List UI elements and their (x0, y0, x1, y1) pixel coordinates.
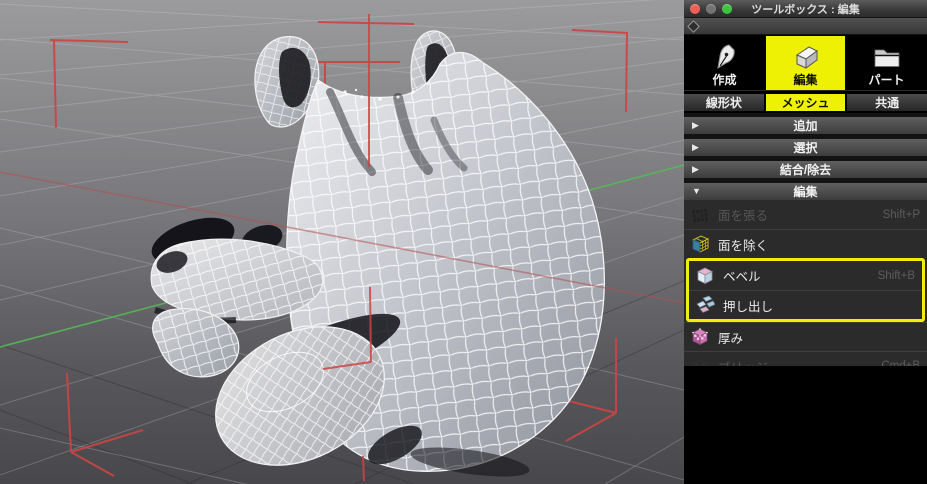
bridge-cube-icon (689, 356, 711, 366)
menu-item-shortcut: Shift+P (883, 209, 920, 221)
pen-nib-icon (710, 41, 740, 73)
menu-item-label: 面を張る (718, 205, 768, 224)
section-select[interactable]: ▶ 選択 (684, 139, 927, 156)
tab-mesh-label: メッシュ (782, 94, 830, 111)
section-headers: ▶ 追加 ▶ 選択 ▶ 結合/除去 ▼ 編集 (684, 113, 927, 200)
diamond-widget-icon[interactable] (687, 20, 700, 33)
window-title: ツールボックス : 編集 (684, 1, 927, 17)
viewport-3d[interactable] (0, 0, 684, 484)
bevel-cube-icon (694, 266, 716, 286)
menu-item-label: ブリッジ (718, 357, 768, 367)
tool-edit[interactable]: 編集 (766, 36, 845, 90)
collapse-arrow-icon: ▶ (692, 139, 699, 156)
menu-item-thickness[interactable]: 厚み (684, 322, 927, 351)
menu-item-remove-face[interactable]: 面を除く (684, 229, 927, 258)
section-edit[interactable]: ▼ 編集 (684, 183, 927, 200)
collapse-arrow-icon: ▶ (692, 161, 699, 178)
section-join-remove[interactable]: ▶ 結合/除去 (684, 161, 927, 178)
menu-item-shortcut: Shift+B (878, 270, 915, 282)
menu-item-label: 面を除く (718, 235, 768, 254)
tab-line-shape-label: 線形状 (706, 94, 742, 111)
tab-mesh[interactable]: メッシュ (766, 94, 846, 111)
menu-item-label: ベベル (723, 266, 761, 285)
section-add[interactable]: ▶ 追加 (684, 117, 927, 134)
menu-item-label: 厚み (718, 328, 743, 347)
edit-menu: 面を張る Shift+P 面を除く (684, 200, 927, 366)
tool-edit-label: 編集 (793, 73, 817, 87)
tool-mode-row: 作成 編集 パート (684, 35, 927, 90)
toolbox-window: ツールボックス : 編集 作成 編集 (684, 0, 927, 366)
tab-common-label: 共通 (875, 94, 899, 111)
menu-item-label: 押し出し (723, 296, 773, 315)
tool-part-label: パート (868, 73, 904, 87)
category-tabs: 線形状 メッシュ 共通 (684, 90, 927, 113)
menu-item-shortcut: Cmd+B (881, 360, 920, 366)
menu-item-fill-face: 面を張る Shift+P (684, 200, 927, 229)
expand-arrow-icon: ▼ (692, 183, 701, 200)
section-add-label: 追加 (684, 117, 927, 134)
tool-part[interactable]: パート (847, 36, 926, 90)
section-edit-label: 編集 (684, 183, 927, 200)
tool-create[interactable]: 作成 (685, 36, 764, 90)
menu-item-bevel[interactable]: ベベル Shift+B (689, 261, 922, 290)
thickness-cube-icon (689, 327, 711, 347)
eraser-icon (790, 41, 822, 73)
collapse-arrow-icon: ▶ (692, 117, 699, 134)
grid-face-icon (689, 205, 711, 225)
viewport-canvas (0, 0, 684, 484)
menu-item-bridge: ブリッジ Cmd+B (684, 351, 927, 366)
tool-create-label: 作成 (712, 73, 736, 87)
menu-item-extrude[interactable]: 押し出し (689, 290, 922, 319)
window-titlebar[interactable]: ツールボックス : 編集 (684, 0, 927, 18)
section-select-label: 選択 (684, 139, 927, 156)
extrude-faces-icon (694, 295, 716, 315)
window-substrip (684, 18, 927, 35)
section-join-remove-label: 結合/除去 (684, 161, 927, 178)
folder-icon (871, 41, 903, 73)
tab-line-shape[interactable]: 線形状 (684, 94, 764, 111)
tab-common[interactable]: 共通 (847, 94, 927, 111)
highlighted-tools-box: ベベル Shift+B 押し出し (686, 258, 925, 322)
remove-face-cube-icon (689, 234, 711, 254)
